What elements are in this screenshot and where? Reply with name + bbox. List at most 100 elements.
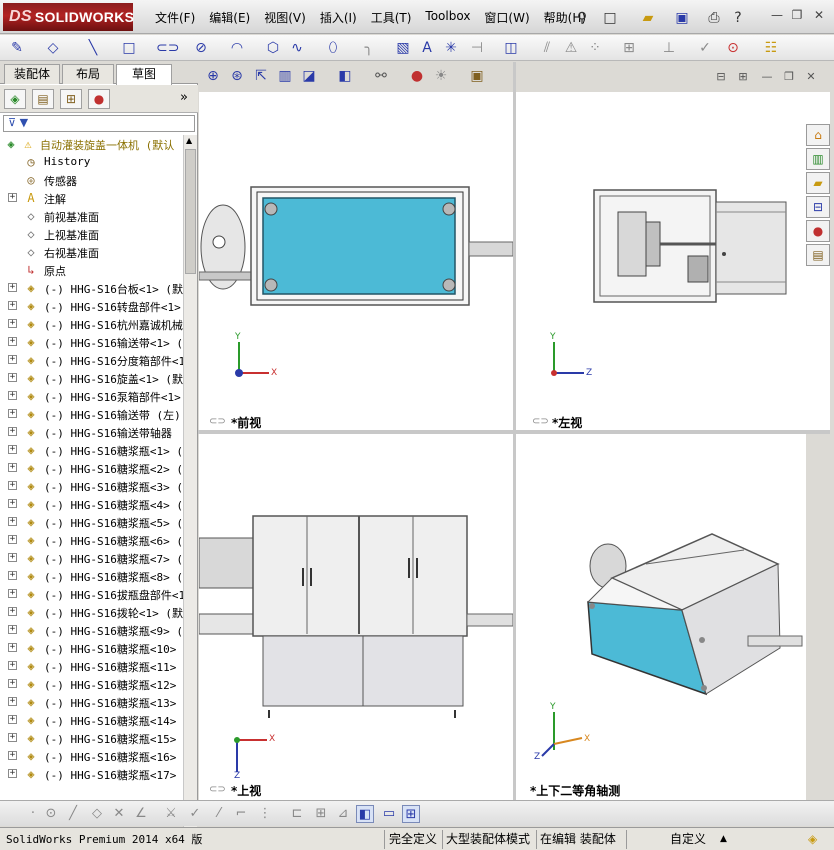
tree-item[interactable]: + ◈ (-) HHG-S16糖浆瓶<8> ( [0, 567, 183, 585]
slash-tool-icon[interactable]: ⁄ [210, 805, 228, 823]
tree-item[interactable]: + ◈ (-) HHG-S16旋盖<1> (默认 [0, 369, 183, 387]
view-settings-icon[interactable]: ▣ [468, 68, 486, 84]
tree-item[interactable]: ◷ History [0, 153, 183, 171]
menu-view[interactable]: 视图(V) [257, 9, 313, 26]
menu-toolbox[interactable]: Toolbox [418, 9, 477, 26]
tree-item[interactable]: + ◈ (-) HHG-S16输送带轴器 [0, 423, 183, 441]
status-custom[interactable]: 自定义 [670, 831, 706, 848]
wireframe-view-icon[interactable]: ▭ [380, 805, 398, 823]
tree-item[interactable]: + ◈ (-) HHG-S16输送带 (左) [0, 405, 183, 423]
expand-toggle-icon[interactable]: + [8, 193, 17, 202]
viewport-tile-icon[interactable]: ⊟ [712, 70, 730, 83]
circle-tool-icon[interactable]: ⊙ [42, 805, 60, 823]
ruler-tool-icon[interactable]: ⊏ [288, 805, 306, 823]
expand-toggle-icon[interactable]: + [8, 535, 17, 544]
configuration-manager-icon[interactable]: ⊞ [60, 89, 82, 109]
sketch-icon[interactable]: ✎ [8, 39, 26, 57]
filter-dropdown[interactable]: ▼ [20, 116, 28, 129]
tree-root[interactable]: ◈ ⚠ 自动灌装旋盖一体机 (默认 [0, 135, 183, 153]
tree-item[interactable]: + ◈ (-) HHG-S16糖浆瓶<13> ( [0, 693, 183, 711]
expand-toggle-icon[interactable]: + [8, 589, 17, 598]
tree-item[interactable]: + ◈ (-) HHG-S16糖浆瓶<1> ( [0, 441, 183, 459]
expand-toggle-icon[interactable]: + [8, 517, 17, 526]
menu-file[interactable]: 文件(F) [148, 9, 202, 26]
previous-view-icon[interactable]: ⇱ [252, 68, 270, 84]
viewport-isometric[interactable]: Y X Z *上下二等角轴测 [516, 434, 806, 800]
display-style-icon[interactable]: ⚯ [372, 68, 390, 84]
line-icon[interactable]: ╲ [84, 39, 102, 57]
display-manager-icon[interactable]: ● [88, 89, 110, 109]
tree-item[interactable]: + ◈ (-) HHG-S16糖浆瓶<3> ( [0, 477, 183, 495]
tree-item[interactable]: + ◈ (-) HHG-S16糖浆瓶<17> ( [0, 765, 183, 783]
save-icon[interactable]: ▣ [672, 8, 692, 28]
cross-tool-icon[interactable]: ✕ [110, 805, 128, 823]
four-view-icon[interactable]: ⊞ [402, 805, 420, 823]
move-icon[interactable]: ⊞ [620, 39, 638, 57]
point-icon[interactable]: ✳ [442, 39, 460, 57]
viewport-close-icon[interactable]: ✕ [802, 70, 820, 83]
expand-toggle-icon[interactable]: + [8, 643, 17, 652]
tree-item[interactable]: + ◈ (-) HHG-S16糖浆瓶<5> ( [0, 513, 183, 531]
scroll-up-icon[interactable]: ▲ [186, 136, 192, 145]
convert-entities-icon[interactable]: ◫ [502, 39, 520, 57]
expand-toggle-icon[interactable]: + [8, 445, 17, 454]
rectangle-icon[interactable]: □ [120, 39, 138, 57]
relations-icon[interactable]: ⊥ [660, 39, 678, 57]
tab-layout[interactable]: 布局 [62, 64, 114, 84]
mirror-icon[interactable]: ⚠ [562, 39, 580, 57]
quick-snaps-icon[interactable]: ⊙ [724, 39, 742, 57]
expand-toggle-icon[interactable]: + [8, 607, 17, 616]
fillet-icon[interactable]: ╮ [360, 39, 378, 57]
tree-item[interactable]: + ◈ (-) HHG-S16输送带<1> ( [0, 333, 183, 351]
triangle-tool-icon[interactable]: ⊿ [334, 805, 352, 823]
viewport-left[interactable]: Y Z ⊂⊃ *左视 [516, 92, 830, 430]
line-tool-icon[interactable]: ╱ [64, 805, 82, 823]
expand-toggle-icon[interactable]: + [8, 283, 17, 292]
viewport-split-icon[interactable]: ⊞ [734, 70, 752, 83]
expand-toggle-icon[interactable]: + [8, 571, 17, 580]
pin-icon[interactable]: ⚲ [572, 8, 592, 28]
polygon-icon[interactable]: ⬡ [264, 39, 282, 57]
ellipse-icon[interactable]: ⬯ [324, 39, 342, 57]
view-orientation-icon[interactable]: ◧ [336, 68, 354, 84]
tree-item[interactable]: ◎ 传感器 [0, 171, 183, 189]
appearances-icon[interactable]: ● [806, 220, 830, 242]
grid-tool-icon[interactable]: ⊞ [312, 805, 330, 823]
viewport-restore-icon[interactable]: ❐ [780, 70, 798, 83]
section-view-icon[interactable]: ▥ [276, 68, 294, 84]
property-manager-icon[interactable]: ▤ [32, 89, 54, 109]
solidworks-logo[interactable]: DS SOLIDWORKS [3, 3, 134, 31]
minimize-icon[interactable]: — [768, 8, 786, 24]
expand-toggle-icon[interactable]: + [8, 769, 17, 778]
expand-toggle-icon[interactable]: + [8, 391, 17, 400]
tab-sketch[interactable]: 草图 [116, 64, 172, 85]
tree-item[interactable]: + ◈ (-) HHG-S16糖浆瓶<4> ( [0, 495, 183, 513]
tree-item[interactable]: + ◈ (-) HHG-S16糖浆瓶<10> ( [0, 639, 183, 657]
zoom-to-fit-icon[interactable]: ⊕ [204, 68, 222, 84]
tree-item[interactable]: + ◈ (-) HHG-S16杭州嘉诚机械 [0, 315, 183, 333]
restore-icon[interactable]: ❐ [788, 8, 806, 24]
tree-vertical-scrollbar[interactable]: ▲ ▼ [183, 135, 197, 845]
expand-toggle-icon[interactable]: + [8, 733, 17, 742]
trim-icon[interactable]: ⊣ [468, 39, 486, 57]
new-document-icon[interactable]: □ [600, 8, 620, 28]
expand-toggle-icon[interactable]: + [8, 697, 17, 706]
tree-item[interactable]: + ◈ (-) HHG-S16糖浆瓶<15> ( [0, 729, 183, 747]
tree-item[interactable]: + ◈ (-) HHG-S16糖浆瓶<16> ( [0, 747, 183, 765]
custom-properties-icon[interactable]: ▤ [806, 244, 830, 266]
dynamic-annotation-icon[interactable]: ◪ [300, 68, 318, 84]
polygon-tool-icon[interactable]: ◇ [88, 805, 106, 823]
quick-tip-icon[interactable]: ◈ [808, 831, 817, 848]
dashed-tool-icon[interactable]: ⋮ [256, 805, 274, 823]
open-folder-icon[interactable]: ▰ [638, 8, 658, 28]
expand-toggle-icon[interactable]: + [8, 355, 17, 364]
tree-item[interactable]: + ◈ (-) HHG-S16台板<1> (默认 [0, 279, 183, 297]
tree-item[interactable]: + ◈ (-) HHG-S16泵箱部件<1> [0, 387, 183, 405]
expand-toggle-icon[interactable]: + [8, 661, 17, 670]
tree-item[interactable]: + ◈ (-) HHG-S16转盘部件<1> [0, 297, 183, 315]
rapid-sketch-icon[interactable]: ☷ [762, 39, 780, 57]
tab-assembly[interactable]: 装配体 [4, 64, 60, 84]
zoom-area-icon[interactable]: ⊛ [228, 68, 246, 84]
slot-icon[interactable]: ⊂⊃ [156, 39, 179, 57]
smart-dimension-icon[interactable]: ◇ [44, 39, 62, 57]
